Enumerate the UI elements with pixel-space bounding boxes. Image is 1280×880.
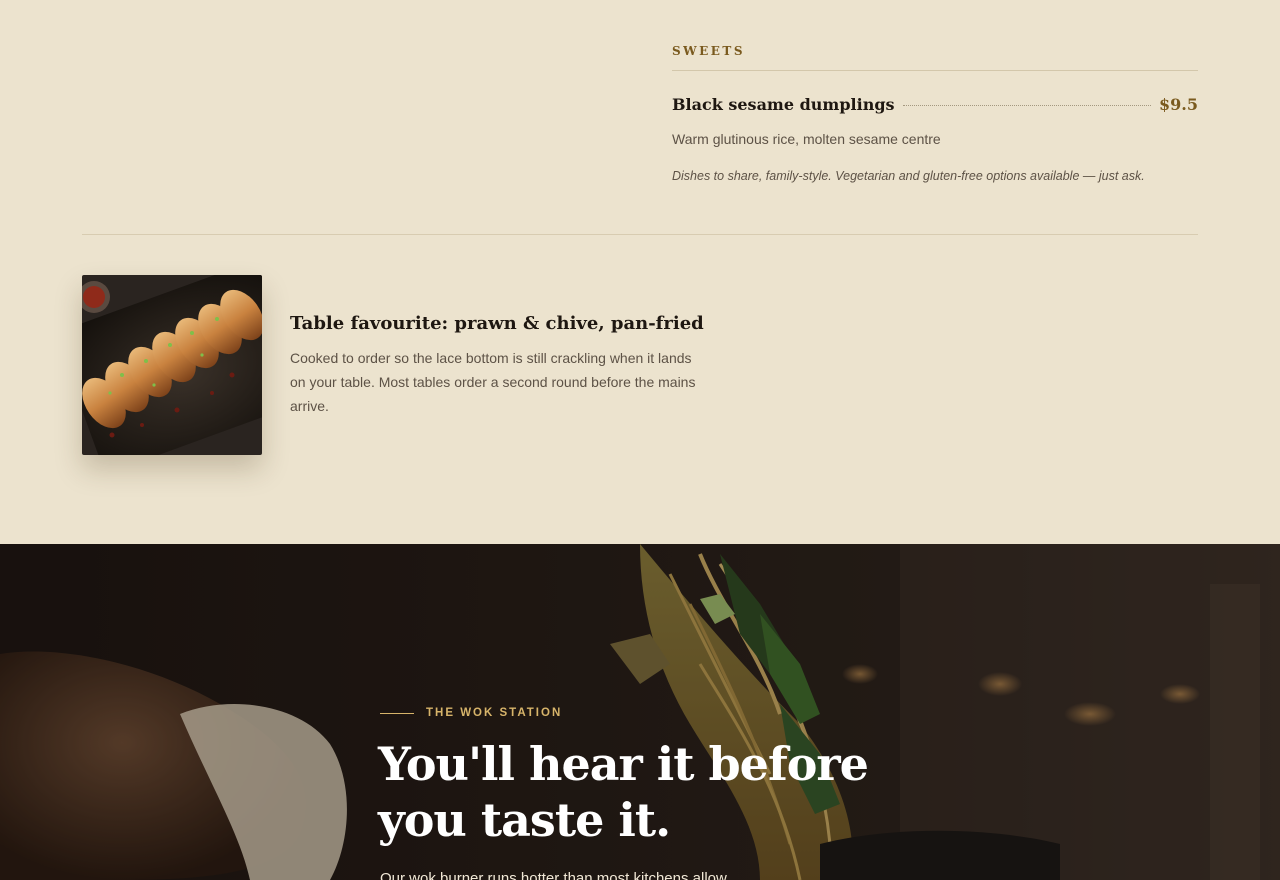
menu-item: Black sesame dumplings $9.5 [672,95,1198,114]
menu-item-price: $9.5 [1159,95,1198,114]
sweets-heading: SWEETS [672,44,746,58]
hero-description: Our wok burner runs hotter than most kit… [380,870,731,880]
section-divider [82,234,1198,235]
sweets-menu-section: SWEETS Black sesame dumplings $9.5 Warm … [672,42,1198,183]
eyebrow-rule [380,712,414,714]
hero-heading: You'll hear it before you taste it. [378,737,869,847]
eyebrow-label: THE WOK STATION [426,707,563,719]
feature-description: Cooked to order so the lace bottom is st… [290,350,696,414]
divider [672,70,1198,71]
feature-title: Table favourite: prawn & chive, pan-frie… [290,313,704,334]
feature-card: Table favourite: prawn & chive, pan-frie… [290,313,710,418]
dumplings-photo [82,275,262,455]
menu-item-description: Warm glutinous rice, molten sesame centr… [672,131,941,147]
menu-item-name: Black sesame dumplings [672,95,895,114]
wok-station-eyebrow: THE WOK STATION [380,707,562,719]
dotted-leader [902,105,1152,106]
wok-station-hero: THE WOK STATION You'll hear it before yo… [0,544,1280,880]
menu-note: Dishes to share, family-style. Vegetaria… [672,169,1145,183]
